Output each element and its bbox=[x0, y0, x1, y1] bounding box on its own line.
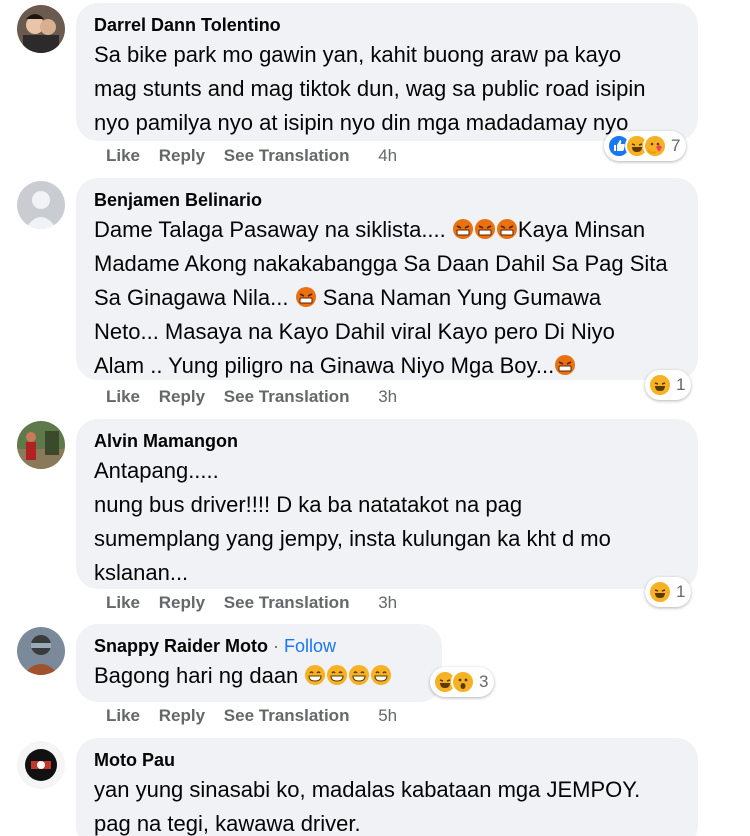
grinning-emoji-icon bbox=[349, 665, 370, 685]
comment-text-line: Sa Ginagawa Nila... Sana Naman Yung Guma… bbox=[94, 282, 680, 314]
haha-reaction-icon bbox=[648, 580, 672, 604]
comment-text-line: kslanan... bbox=[94, 560, 189, 585]
like-button[interactable]: Like bbox=[106, 593, 140, 612]
angry-emoji-icon bbox=[474, 219, 495, 239]
comment-author[interactable]: Benjamen Belinario bbox=[94, 188, 680, 212]
comment-bubble: Moto Pau yan yung sinasabi ko, madalas k… bbox=[76, 738, 698, 836]
comment-text-segment: Sana Naman Yung Gumawa bbox=[322, 285, 602, 310]
wow-reaction-icon bbox=[451, 670, 475, 694]
comment-text-segment: Sa Ginagawa Nila... bbox=[94, 285, 289, 310]
avatar[interactable] bbox=[17, 5, 65, 53]
comment-actions: Like Reply See Translation 3h bbox=[106, 387, 411, 407]
reply-button[interactable]: Reply bbox=[159, 387, 205, 406]
comment-author[interactable]: Moto Pau bbox=[94, 748, 680, 772]
like-button[interactable]: Like bbox=[106, 706, 140, 725]
see-translation-button[interactable]: See Translation bbox=[224, 387, 350, 406]
reaction-summary[interactable]: 7 bbox=[604, 131, 687, 161]
comment-author: Snappy Raider Moto · Follow bbox=[94, 634, 424, 658]
reply-button[interactable]: Reply bbox=[159, 593, 205, 612]
timestamp[interactable]: 4h bbox=[378, 146, 397, 165]
comment-bubble: Snappy Raider Moto · Follow Bagong hari … bbox=[76, 624, 442, 702]
timestamp[interactable]: 5h bbox=[378, 706, 397, 725]
like-button[interactable]: Like bbox=[106, 146, 140, 165]
reaction-summary[interactable]: 3 bbox=[430, 667, 495, 697]
comment-actions: Like Reply See Translation 4h bbox=[106, 146, 411, 166]
comment-text-segment: Kaya Minsan bbox=[517, 217, 646, 242]
like-button[interactable]: Like bbox=[106, 387, 140, 406]
reaction-summary[interactable]: 1 bbox=[645, 370, 692, 400]
comment-text-segment: Bagong hari ng daan bbox=[94, 663, 299, 688]
reply-button[interactable]: Reply bbox=[159, 706, 205, 725]
grinning-emoji-icon bbox=[371, 665, 392, 685]
comment-text-line: pag na tegi, kawawa driver. bbox=[94, 811, 361, 836]
reaction-count: 1 bbox=[676, 582, 686, 601]
comment-text-segment: Dame Talaga Pasaway na siklista.... bbox=[94, 217, 446, 242]
reaction-summary[interactable]: 1 bbox=[645, 577, 692, 607]
comment-actions: Like Reply See Translation 3h bbox=[106, 593, 411, 613]
avatar[interactable] bbox=[17, 181, 65, 229]
reaction-count: 1 bbox=[676, 375, 686, 394]
comment-author[interactable]: Alvin Mamangon bbox=[94, 429, 680, 453]
comment-bubble: Alvin Mamangon Antapang..... nung bus dr… bbox=[76, 419, 698, 589]
comment-text-line: nung bus driver!!!! D ka ba natatakot na… bbox=[94, 492, 523, 517]
see-translation-button[interactable]: See Translation bbox=[224, 593, 350, 612]
comment-text-line: Alam .. Yung piligro na Ginawa Niyo Mga … bbox=[94, 350, 680, 382]
comment-text-line: yan yung sinasabi ko, madalas kabataan m… bbox=[94, 777, 641, 802]
haha-reaction-icon bbox=[648, 373, 672, 397]
separator-dot: · bbox=[273, 636, 280, 656]
comment-text-line: Sa bike park mo gawin yan, kahit buong a… bbox=[94, 42, 622, 67]
timestamp[interactable]: 3h bbox=[378, 593, 397, 612]
comment-actions: Like Reply See Translation 5h bbox=[106, 706, 411, 726]
comment-text-segment: Alam .. Yung piligro na Ginawa Niyo Mga … bbox=[94, 353, 555, 378]
comment-text-line: mag stunts and mag tiktok dun, wag sa pu… bbox=[94, 76, 646, 101]
avatar[interactable] bbox=[17, 741, 65, 789]
grinning-emoji-icon bbox=[327, 665, 348, 685]
comment-text-line: Neto... Masaya na Kayo Dahil viral Kayo … bbox=[94, 319, 615, 344]
comment-text-line: Antapang..... bbox=[94, 458, 219, 483]
angry-emoji-icon bbox=[295, 287, 316, 307]
comment-text-line: Bagong hari ng daan bbox=[94, 660, 424, 692]
care-reaction-icon bbox=[643, 134, 667, 158]
timestamp[interactable]: 3h bbox=[378, 387, 397, 406]
see-translation-button[interactable]: See Translation bbox=[224, 706, 350, 725]
see-translation-button[interactable]: See Translation bbox=[224, 146, 350, 165]
avatar[interactable] bbox=[17, 421, 65, 469]
avatar[interactable] bbox=[17, 627, 65, 675]
angry-emoji-icon bbox=[452, 219, 473, 239]
grinning-emoji-icon bbox=[305, 665, 326, 685]
comment-text-line: Dame Talaga Pasaway na siklista.... Kaya… bbox=[94, 214, 680, 246]
comment-author[interactable]: Darrel Dann Tolentino bbox=[94, 13, 680, 37]
comment-text-line: nyo pamilya nyo at isipin nyo din mga ma… bbox=[94, 110, 629, 135]
reply-button[interactable]: Reply bbox=[159, 146, 205, 165]
reaction-count: 3 bbox=[479, 672, 489, 691]
angry-emoji-icon bbox=[496, 219, 517, 239]
comment-text-line: Madame Akong nakakabangga Sa Daan Dahil … bbox=[94, 251, 668, 276]
follow-button[interactable]: Follow bbox=[284, 636, 336, 656]
comment-bubble: Darrel Dann Tolentino Sa bike park mo ga… bbox=[76, 3, 698, 141]
comment-bubble: Benjamen Belinario Dame Talaga Pasaway n… bbox=[76, 178, 698, 380]
reaction-count: 7 bbox=[671, 136, 681, 155]
comment-text-line: sumemplang yang jempy, insta kulungan ka… bbox=[94, 526, 611, 551]
angry-emoji-icon bbox=[555, 355, 576, 375]
comment-author-name[interactable]: Snappy Raider Moto bbox=[94, 636, 268, 656]
